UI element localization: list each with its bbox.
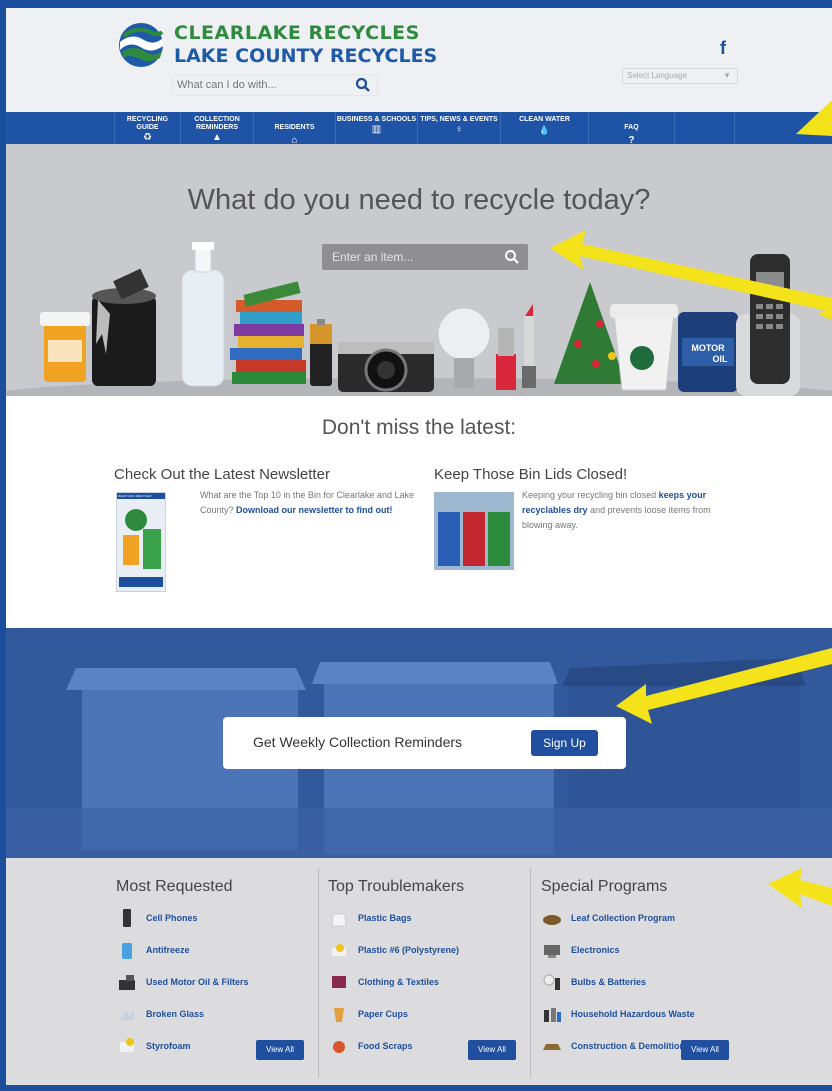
- troublemakers-title: Top Troublemakers: [328, 878, 465, 895]
- special-programs-column: Special Programs Leaf Collection Program…: [541, 858, 741, 1085]
- water-bottle-icon: [181, 242, 225, 387]
- nav-business-schools[interactable]: BUSINESS & SCHOOLS ▥: [336, 112, 418, 144]
- motor-oil-text: MOTOR: [691, 343, 725, 353]
- most-requested-title: Most Requested: [116, 878, 233, 895]
- news-title: Don't miss the latest:: [321, 416, 517, 439]
- motor-oil-icon: MOTOROIL: [678, 312, 738, 392]
- logo-line1: CLEARLAKE RECYCLES: [174, 22, 420, 44]
- christmas-tree-icon: [554, 282, 626, 384]
- nav-label: FAQ: [624, 124, 639, 131]
- logo-line2: LAKE COUNTY RECYCLES: [174, 45, 438, 67]
- polystyrene-icon: [332, 944, 346, 956]
- chevron-down-icon: ▼: [723, 71, 731, 80]
- motor-oil-filter-icon: [119, 975, 135, 990]
- news-section: Don't miss the latest: Check Out the Lat…: [6, 396, 832, 628]
- special-programs-title: Special Programs: [541, 878, 668, 895]
- most-requested-column: Most Requested Cell Phones Antifreeze Us…: [116, 858, 306, 1085]
- battery-icon: [310, 319, 332, 386]
- bulbs-batteries-icon: [543, 974, 560, 990]
- paper-cup-icon: [334, 1008, 344, 1022]
- nav-tips-news-events[interactable]: TIPS, NEWS & EVENTS ♀: [418, 112, 501, 144]
- nav-collection-reminders[interactable]: COLLECTION REMINDERS ▲: [181, 112, 254, 144]
- reminders-promo: Get Weekly Collection Reminders Sign Up: [6, 628, 832, 858]
- header-search-input[interactable]: [177, 77, 347, 93]
- hazardous-waste-icon: [544, 1008, 561, 1022]
- water-drop-icon: 💧: [538, 125, 551, 135]
- reminders-callout: Get Weekly Collection Reminders Sign Up: [223, 717, 626, 769]
- nav-label: RESIDENTS: [274, 124, 315, 131]
- cordless-phone-icon: [736, 254, 800, 396]
- logo-mark-icon: [119, 23, 164, 67]
- broken-glass-icon: [120, 1008, 134, 1020]
- view-all-button[interactable]: View All: [681, 1040, 729, 1060]
- story-title-bin-lids[interactable]: Keep Those Bin Lids Closed!: [434, 466, 627, 483]
- item-lists: Most Requested Cell Phones Antifreeze Us…: [6, 858, 832, 1085]
- story-text-bin-lids-a: Keeping your recycling bin closed: [522, 490, 657, 500]
- light-bulb-icon: [437, 307, 491, 388]
- newsletter-thumb-label: WHAT CAN I RECYCLE?: [117, 493, 165, 499]
- newsletter-download-link[interactable]: Download our newsletter to find out!: [236, 505, 393, 515]
- newsletter-thumbnail[interactable]: WHAT CAN I RECYCLE?: [116, 492, 166, 592]
- books-icon: [230, 281, 306, 384]
- building-icon: ▥: [371, 124, 382, 135]
- site-header: CLEARLAKE RECYCLES LAKE COUNTY RECYCLES …: [6, 8, 832, 112]
- nav-label: BUSINESS & SCHOOLS: [336, 116, 417, 123]
- nav-residents[interactable]: RESIDENTS ⌂: [254, 112, 336, 146]
- story-text-newsletter: What are the Top 10 in the Bin for Clear…: [200, 488, 420, 518]
- paint-can-icon: [92, 268, 156, 386]
- sign-up-button[interactable]: Sign Up: [531, 730, 598, 756]
- antifreeze-icon: [122, 943, 132, 959]
- nav-label: CLEAN WATER: [519, 116, 570, 123]
- story-title-newsletter[interactable]: Check Out the Latest Newsletter: [114, 466, 330, 483]
- search-icon[interactable]: [355, 77, 371, 93]
- facebook-icon[interactable]: f: [720, 38, 726, 59]
- coffee-cup-icon: [610, 304, 678, 391]
- nav-label: TIPS, NEWS & EVENTS: [420, 116, 498, 123]
- nav-label: RECYCLING GUIDE: [126, 116, 169, 131]
- story-text-bin-lids: Keeping your recycling bin closed keeps …: [522, 488, 742, 533]
- nav-recycling-guide[interactable]: RECYCLING GUIDE ♻: [114, 112, 181, 144]
- language-select[interactable]: Select Language ▼: [622, 68, 738, 84]
- view-all-button[interactable]: View All: [256, 1040, 304, 1060]
- nav-faq[interactable]: FAQ ?: [589, 112, 675, 146]
- site-logo[interactable]: CLEARLAKE RECYCLES LAKE COUNTY RECYCLES: [118, 20, 437, 74]
- recyclable-items-illustration: MOTOROIL: [6, 242, 832, 396]
- reminders-text: Get Weekly Collection Reminders: [253, 734, 463, 750]
- lightbulb-icon: ♀: [455, 124, 463, 135]
- page-frame: CLEARLAKE RECYCLES LAKE COUNTY RECYCLES …: [6, 8, 832, 1085]
- troublemakers-column: Top Troublemakers Plastic Bags Plastic #…: [328, 858, 518, 1085]
- leaf-collection-icon: [543, 915, 561, 925]
- clothing-icon: [332, 976, 346, 988]
- main-nav: RECYCLING GUIDE ♻ COLLECTION REMINDERS ▲…: [6, 112, 832, 146]
- camera-icon: [338, 342, 434, 392]
- bell-icon: ▲: [212, 132, 222, 143]
- food-scraps-icon: [333, 1041, 345, 1053]
- motor-oil-text: OIL: [713, 354, 729, 364]
- nav-label: COLLECTION REMINDERS: [194, 116, 240, 131]
- column-divider: [318, 868, 319, 1078]
- header-search: [172, 74, 378, 96]
- language-select-label: Select Language: [627, 71, 688, 80]
- column-divider: [530, 868, 531, 1078]
- electronics-icon: [544, 945, 560, 958]
- recycle-icon: ♻: [143, 132, 152, 143]
- nav-clean-water[interactable]: CLEAN WATER 💧: [501, 112, 589, 144]
- view-all-button[interactable]: View All: [468, 1040, 516, 1060]
- bins-thumbnail[interactable]: [434, 492, 514, 570]
- nav-spacer: [675, 112, 735, 144]
- plastic-bag-icon: [331, 913, 347, 927]
- hero-section: What do you need to recycle today? Enter…: [6, 144, 832, 396]
- lipstick-icon: [496, 304, 536, 390]
- construction-icon: [543, 1044, 561, 1050]
- pill-bottle-icon: [40, 312, 90, 382]
- styrofoam-icon: [120, 1038, 134, 1052]
- cell-phone-icon: [123, 909, 131, 927]
